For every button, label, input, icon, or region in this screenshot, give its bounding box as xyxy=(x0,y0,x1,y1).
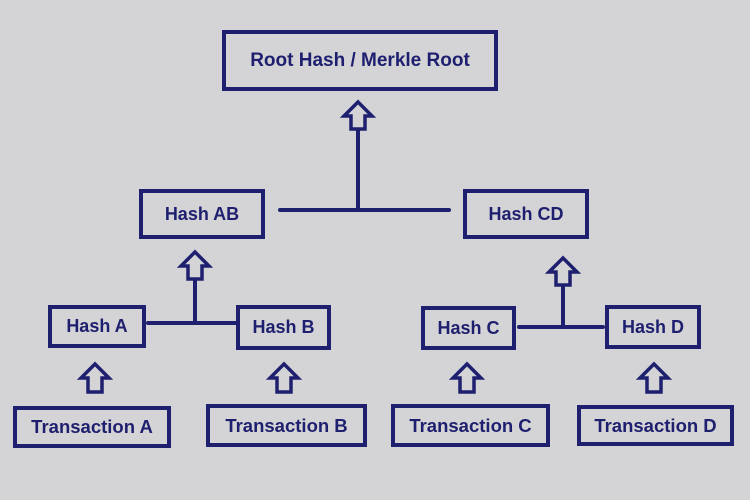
arrow-up-icon xyxy=(544,255,582,287)
hash-c-label: Hash C xyxy=(437,317,500,338)
hash-a-label: Hash A xyxy=(66,316,128,336)
root-hash-node: Root Hash / Merkle Root xyxy=(222,30,498,91)
arrow-up-icon xyxy=(448,361,486,394)
arrow-up-icon xyxy=(176,249,214,281)
transaction-c-label: Transaction C xyxy=(409,414,532,436)
root-hash-label: Root Hash / Merkle Root xyxy=(250,49,470,71)
transaction-a-label: Transaction A xyxy=(31,416,153,437)
hash-b-node: Hash B xyxy=(236,305,331,350)
arrow-up-icon xyxy=(339,99,377,131)
transaction-c-node: Transaction C xyxy=(391,404,550,447)
transaction-d-node: Transaction D xyxy=(577,405,734,446)
hash-ab-label: Hash AB xyxy=(164,203,240,224)
transaction-d-label: Transaction D xyxy=(594,414,717,436)
hash-cd-node: Hash CD xyxy=(463,189,589,239)
hash-d-node: Hash D xyxy=(605,305,701,349)
hash-d-label: Hash D xyxy=(621,316,684,337)
transaction-b-label: Transaction B xyxy=(225,414,348,436)
arrow-up-icon xyxy=(635,361,673,394)
hash-b-label: Hash B xyxy=(252,317,315,337)
hash-a-node: Hash A xyxy=(48,305,146,348)
arrow-up-icon xyxy=(265,361,303,394)
transaction-b-node: Transaction B xyxy=(206,404,367,447)
hash-c-node: Hash C xyxy=(421,306,516,350)
hash-ab-node: Hash AB xyxy=(139,189,265,239)
transaction-a-node: Transaction A xyxy=(13,406,171,448)
hash-cd-label: Hash CD xyxy=(488,203,564,224)
arrow-up-icon xyxy=(76,361,114,394)
